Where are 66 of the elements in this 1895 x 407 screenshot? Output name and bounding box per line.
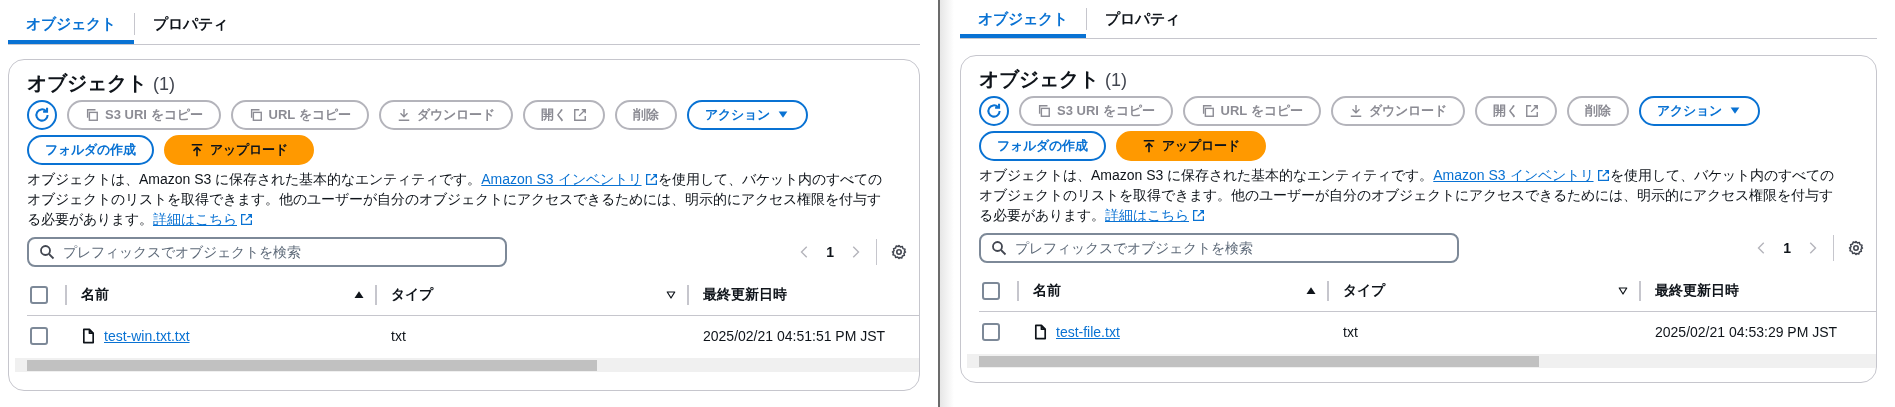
copy-icon <box>248 108 263 122</box>
copy-icon <box>1200 104 1215 118</box>
copy-icon <box>1037 104 1051 118</box>
toolbar-button[interactable]: アップロード <box>1116 131 1266 161</box>
external-link-icon <box>1596 169 1610 182</box>
settings-icon <box>891 244 907 260</box>
item-count: (1) <box>1105 70 1127 91</box>
file-icon <box>81 328 96 344</box>
column-header[interactable]: タイプ <box>1343 282 1385 300</box>
search-icon <box>991 240 1007 256</box>
tab[interactable]: プロパティ <box>135 4 246 44</box>
external-link-icon <box>572 108 587 122</box>
toolbar-button[interactable]: フォルダの作成 <box>979 131 1106 161</box>
column-header[interactable]: タイプ <box>391 286 433 304</box>
column-header[interactable]: 名前 <box>81 286 109 304</box>
external-link-icon <box>644 173 658 186</box>
tab[interactable]: オブジェクト <box>8 4 134 44</box>
description-text: オブジェクトは、Amazon S3 に保存された基本的なエンティティです。Amazon S3 インベントリ を使用して、バケット内のすべてのオブジェクトのリストを取得できます。他のユーザーが自分のオブジェクトにアクセスできるためには、明示的にアクセス権限を付与する必要があります。詳細はこちら <box>27 170 883 229</box>
search-field[interactable]: プレフィックスでオブジェクトを検索 <box>979 233 1459 263</box>
table-cell: 2025/02/21 04:51:51 PM JST <box>703 328 886 344</box>
download-icon <box>396 108 411 122</box>
copy-icon <box>85 108 99 122</box>
toolbar-button[interactable]: フォルダの作成 <box>27 135 154 165</box>
toolbar-button[interactable]: アップロード <box>164 135 314 165</box>
refresh-button[interactable] <box>979 96 1009 126</box>
item-count: (1) <box>153 74 175 95</box>
external-link-icon <box>1192 209 1205 222</box>
checkbox[interactable] <box>30 286 48 304</box>
tab[interactable]: オブジェクト <box>960 0 1086 38</box>
table-cell: 2025/02/21 04:53:29 PM JST <box>1655 324 1838 340</box>
refresh-icon <box>985 102 1003 120</box>
description-text: オブジェクトは、Amazon S3 に保存された基本的なエンティティです。Amazon S3 インベントリ を使用して、バケット内のすべてのオブジェクトのリストを取得できます。他のユーザーが自分のオブジェクトにアクセスできるためには、明示的にアクセス権限を付与する必要があります。詳細はこちら <box>979 166 1835 225</box>
refresh-icon <box>33 106 51 124</box>
link[interactable]: 詳細はこちら <box>153 211 253 227</box>
checkbox[interactable] <box>982 282 1000 300</box>
checkbox[interactable] <box>30 327 48 345</box>
external-link-icon <box>1524 104 1539 118</box>
upload-icon <box>190 143 204 157</box>
upload-icon <box>1142 139 1156 153</box>
table-cell: txt <box>1343 324 1358 340</box>
page-number[interactable]: 1 <box>826 244 834 260</box>
section-title: オブジェクト <box>27 71 147 96</box>
file-link[interactable]: test-file.txt <box>1056 324 1120 340</box>
checkbox[interactable] <box>982 323 1000 341</box>
search-icon <box>39 244 55 260</box>
page-number[interactable]: 1 <box>1783 240 1791 256</box>
search-field[interactable]: プレフィックスでオブジェクトを検索 <box>27 237 507 267</box>
link[interactable]: 詳細はこちら <box>1105 207 1205 223</box>
link[interactable]: Amazon S3 インベントリ <box>1433 167 1610 183</box>
horizontal-scrollbar[interactable] <box>15 358 919 372</box>
toolbar-button[interactable]: アクション <box>1638 96 1760 126</box>
table-cell: txt <box>391 328 406 344</box>
column-header[interactable]: 名前 <box>1033 282 1061 300</box>
settings-icon <box>1848 240 1864 256</box>
file-icon <box>1033 324 1048 340</box>
tab[interactable]: プロパティ <box>1087 0 1198 38</box>
column-header[interactable]: 最終更新日時 <box>703 286 787 304</box>
file-link[interactable]: test-win.txt.txt <box>104 328 190 344</box>
horizontal-scrollbar[interactable] <box>967 354 1876 368</box>
refresh-button[interactable] <box>27 100 57 130</box>
toolbar-button[interactable]: アクション <box>686 100 808 130</box>
download-icon <box>1348 104 1363 118</box>
external-link-icon <box>240 213 253 226</box>
column-header[interactable]: 最終更新日時 <box>1655 282 1739 300</box>
link[interactable]: Amazon S3 インベントリ <box>481 171 658 187</box>
section-title: オブジェクト <box>979 67 1099 92</box>
